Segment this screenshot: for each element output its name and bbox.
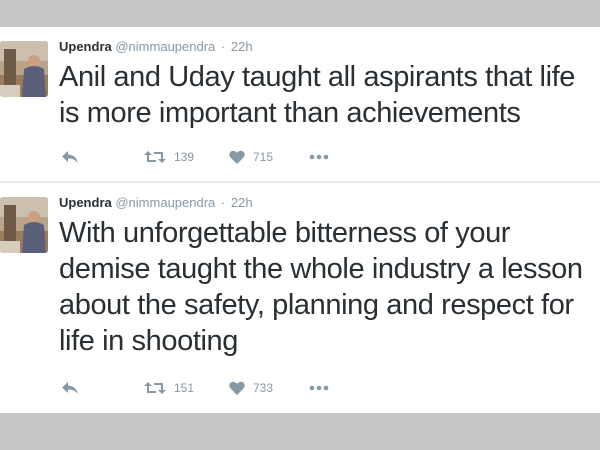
reply-icon	[62, 382, 78, 394]
more-button[interactable]	[309, 147, 329, 167]
tweet-card[interactable]: Upendra @nimmaupendra · 22h With unforge…	[0, 183, 600, 413]
like-count: 715	[253, 150, 274, 164]
more-icon	[309, 385, 329, 391]
more-button[interactable]	[309, 378, 329, 398]
tweet-actions: 151 733	[59, 378, 359, 398]
tweet-header: Upendra @nimmaupendra · 22h	[59, 39, 253, 55]
more-icon	[309, 154, 329, 160]
reply-button[interactable]	[61, 147, 79, 167]
user-handle[interactable]: @nimmaupendra	[115, 39, 215, 54]
tweet-text: With unforgettable bitterness of your de…	[59, 217, 583, 357]
tweet-header: Upendra @nimmaupendra · 22h	[59, 195, 253, 211]
timestamp[interactable]: 22h	[231, 39, 253, 54]
like-button[interactable]: 733	[229, 378, 273, 398]
retweet-count: 139	[174, 150, 195, 164]
retweet-count: 151	[174, 381, 195, 395]
avatar[interactable]	[0, 41, 48, 97]
user-name[interactable]: Upendra	[59, 195, 112, 210]
user-name[interactable]: Upendra	[59, 39, 112, 54]
avatar[interactable]	[0, 197, 48, 253]
tweet-card[interactable]: Upendra @nimmaupendra · 22h Anil and Uda…	[0, 27, 600, 181]
separator: ·	[220, 195, 226, 210]
heart-icon	[229, 150, 245, 164]
user-handle[interactable]: @nimmaupendra	[115, 195, 215, 210]
retweet-icon	[144, 382, 166, 394]
separator: ·	[220, 39, 226, 54]
like-count: 733	[253, 381, 274, 395]
retweet-button[interactable]: 151	[144, 378, 194, 398]
top-gray-band	[0, 0, 600, 27]
tweet-actions: 139 715	[59, 147, 359, 167]
timestamp[interactable]: 22h	[231, 195, 253, 210]
heart-icon	[229, 381, 245, 395]
retweet-icon	[144, 151, 166, 163]
reply-button[interactable]	[61, 378, 79, 398]
reply-icon	[62, 151, 78, 163]
retweet-button[interactable]: 139	[144, 147, 194, 167]
like-button[interactable]: 715	[229, 147, 273, 167]
tweet-text: Anil and Uday taught all aspirants that …	[59, 61, 575, 129]
bottom-gray-band	[0, 413, 600, 450]
